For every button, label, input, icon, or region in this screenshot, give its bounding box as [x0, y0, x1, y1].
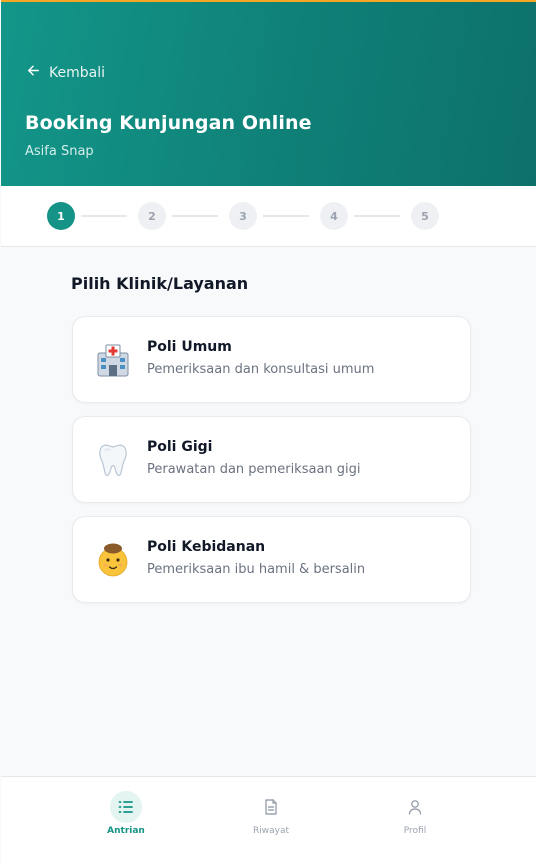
queue-list-icon	[110, 791, 142, 823]
page-header: Kembali Booking Kunjungan Online Asifa S…	[1, 2, 536, 186]
hospital-icon	[95, 340, 131, 378]
tooth-icon	[95, 440, 131, 478]
step-1: 1	[47, 202, 75, 230]
nav-item-antrian[interactable]: Antrian	[86, 791, 166, 851]
service-name: Poli Kebidanan	[147, 539, 266, 555]
back-button[interactable]: Kembali	[26, 63, 105, 82]
step-4: 4	[320, 202, 348, 230]
step-connector	[81, 215, 127, 217]
step-connector	[172, 215, 218, 217]
step-3: 3	[229, 202, 257, 230]
app-screen: Kembali Booking Kunjungan Online Asifa S…	[1, 0, 536, 866]
user-icon	[399, 791, 431, 823]
arrow-left-icon	[26, 63, 41, 82]
step-2: 2	[138, 202, 166, 230]
service-card-poli-gigi[interactable]: Poli Gigi Perawatan dan pemeriksaan gigi	[72, 416, 471, 503]
section-title: Pilih Klinik/Layanan	[71, 274, 249, 293]
bottom-navigation: Antrian Riwayat Profil	[1, 776, 536, 866]
nav-label: Antrian	[107, 826, 145, 836]
booking-stepper: 1 2 3 4 5	[1, 186, 536, 247]
service-card-poli-umum[interactable]: Poli Umum Pemeriksaan dan konsultasi umu…	[72, 316, 471, 403]
baby-icon	[95, 540, 131, 578]
page-subtitle: Asifa Snap	[25, 144, 94, 159]
service-card-poli-kebidanan[interactable]: Poli Kebidanan Pemeriksaan ibu hamil & b…	[72, 516, 471, 603]
nav-label: Profil	[403, 826, 427, 836]
document-icon	[255, 791, 287, 823]
nav-item-profil[interactable]: Profil	[375, 791, 455, 851]
step-connector	[354, 215, 400, 217]
service-description: Pemeriksaan ibu hamil & bersalin	[147, 562, 366, 577]
step-5: 5	[411, 202, 439, 230]
page-title: Booking Kunjungan Online	[25, 112, 312, 134]
back-label: Kembali	[49, 64, 105, 81]
nav-item-riwayat[interactable]: Riwayat	[231, 791, 311, 851]
service-name: Poli Umum	[147, 339, 232, 355]
service-name: Poli Gigi	[147, 439, 213, 455]
service-description: Perawatan dan pemeriksaan gigi	[147, 462, 361, 477]
step-connector	[263, 215, 309, 217]
nav-label: Riwayat	[253, 826, 289, 836]
service-description: Pemeriksaan dan konsultasi umum	[147, 362, 375, 377]
